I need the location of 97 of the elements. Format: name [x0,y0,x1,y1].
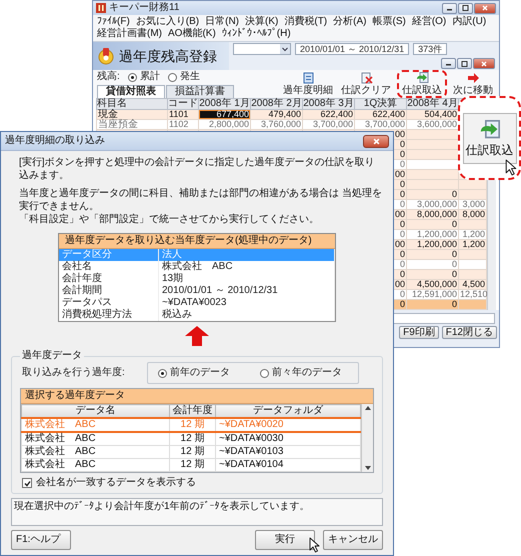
column-header[interactable]: データフォルダ [216,404,360,418]
minimize-button[interactable] [442,2,457,14]
radio-button[interactable] [158,368,167,378]
menu-item[interactable]: ﾌｧｲﾙ(F) [97,16,130,28]
column-header: 2008年 3月 [302,98,354,110]
menu-item[interactable]: 日常(N) [205,16,240,28]
app-icon [96,3,106,13]
group-title: 過年度データ [21,350,83,362]
menu-item[interactable]: 内訳(U) [452,16,486,28]
cursor-icon [505,159,517,176]
column-header: 科目名 [96,98,168,110]
radio-button[interactable] [260,368,269,378]
minimize-icon [445,61,452,66]
radio-button[interactable] [168,72,177,82]
count-field: 373件 [413,43,448,55]
radio-label[interactable]: 前々年のデータ [272,367,342,379]
radio-label[interactable]: 発生 [180,71,200,83]
close-button[interactable] [363,134,389,148]
close-button[interactable] [473,58,495,69]
menu-item[interactable]: 帳票(S) [372,16,406,28]
menu-item[interactable]: AO機能(K) [168,28,216,40]
list-title: 選択する過年度データ [21,389,373,404]
field-value: 税込み [159,309,335,321]
menu-item[interactable]: お気に入り(B) [136,16,200,28]
close-icon [481,60,487,66]
function-button[interactable]: F12閉じる [442,326,497,339]
menu-item[interactable]: 経営(O) [412,16,446,28]
badge-icon [97,47,115,65]
minimize-button[interactable] [441,58,456,69]
toolbar-button[interactable]: 仕訳クリア [339,70,393,98]
info-row[interactable]: 消費税処理方法 税込み [59,309,335,321]
list-cell[interactable]: 12 期 [170,446,216,458]
help-button[interactable]: F1:ヘルプ [11,530,71,550]
column-header: 2008年 2月 [250,98,302,110]
column-header: 2008年 4月 [406,98,458,110]
document-icon [302,72,314,84]
close-icon [372,138,380,144]
maximize-icon [462,5,469,11]
list-cell[interactable]: 株式会社 ABC [22,446,170,458]
list-cell[interactable]: ~¥DATA¥0104 [216,458,360,472]
up-arrow-icon [185,326,209,346]
balance-label: 残高: [97,71,120,83]
table-cell: 当座預金 [96,120,168,130]
menu-item[interactable]: 分析(A) [333,16,366,28]
list-cell[interactable]: 株式会社 ABC [22,458,170,472]
scrollbar[interactable] [361,404,373,472]
close-button[interactable] [474,2,496,14]
list-cell[interactable]: ~¥DATA¥0030 [216,432,360,446]
menu-item[interactable]: 決算(K) [245,16,278,28]
period-field: 2010/01/01 ～ 2010/12/31 [295,43,410,55]
scroll-up-icon[interactable] [364,406,370,410]
panel-title: 過年度データを取り込む当年度データ(処理中のデータ) [59,234,335,249]
function-button[interactable]: F9印刷 [399,326,439,339]
checkbox[interactable]: 会社名が一致するデータを表示する [20,477,374,489]
table-cell: 現金 [96,110,168,120]
check-icon [24,480,30,486]
column-header: 2008年 1月 [198,98,250,110]
document-arrow-icon [416,72,428,84]
toolbar-button[interactable]: 仕訳取込 [400,72,444,96]
toolbar-button[interactable]: 過年度明細 [281,70,335,98]
instruction-text: 「科目設定」や「部門設定」で統一させてから実行してください。 [19,213,320,226]
cancel-button[interactable]: キャンセル [323,530,383,550]
list-cell[interactable]: 株式会社 ABC [22,432,170,446]
radio-label[interactable]: 前年のデータ [170,367,230,379]
tab[interactable]: 貸借対照表 [97,85,165,98]
column-header: 1Q決算 [354,98,406,110]
caret-icon [280,44,290,54]
menu-item[interactable]: 消費税(T) [284,16,328,28]
info-row[interactable]: 会社名 株式会社 ABC [59,261,335,273]
info-row[interactable]: 会計年度 13期 [59,273,335,285]
info-row[interactable]: 会計期間 2010/01/01 ～ 2010/12/31 [59,285,335,297]
list-cell[interactable]: ~¥DATA¥0103 [216,446,360,458]
field-label: 消費税処理方法 [59,309,159,321]
column-header[interactable]: 会計年度 [170,404,216,418]
maximize-button[interactable] [458,2,473,14]
column-header: コード [168,98,198,110]
radio-button[interactable] [128,72,137,82]
import-button[interactable]: 仕訳取込 [462,112,516,164]
list-cell[interactable]: 12 期 [170,432,216,446]
right-arrow-icon [466,72,480,84]
window-title: キーパー財務11 [109,2,180,14]
menu-item[interactable]: ｳｨﾝﾄﾞｳ･ﾍﾙﾌﾟ(H) [222,28,291,40]
year-label: 取り込みを行う過年度: [22,367,125,379]
document-arrow-icon [478,120,500,140]
maximize-button[interactable] [457,58,472,69]
column-header[interactable]: データ名 [22,404,170,418]
close-icon [482,5,488,11]
screen-title: 過年度残高登録 [119,48,217,64]
dialog-title: 過年度明細の取り込み [5,135,105,147]
tab[interactable]: 損益計算書 [166,85,234,98]
scroll-down-icon[interactable] [364,466,370,470]
maximize-icon [461,60,468,66]
list-cell[interactable]: 12 期 [170,458,216,472]
message-box: 現在選択中のﾃﾞｰﾀより会計年度が1年前のﾃﾞｰﾀを表示しています。 [11,498,383,526]
menu-item[interactable]: 経営計画書(M) [97,28,162,40]
toolbar-button[interactable]: 次に移動 [451,70,495,98]
radio-label[interactable]: 累計 [140,71,160,83]
